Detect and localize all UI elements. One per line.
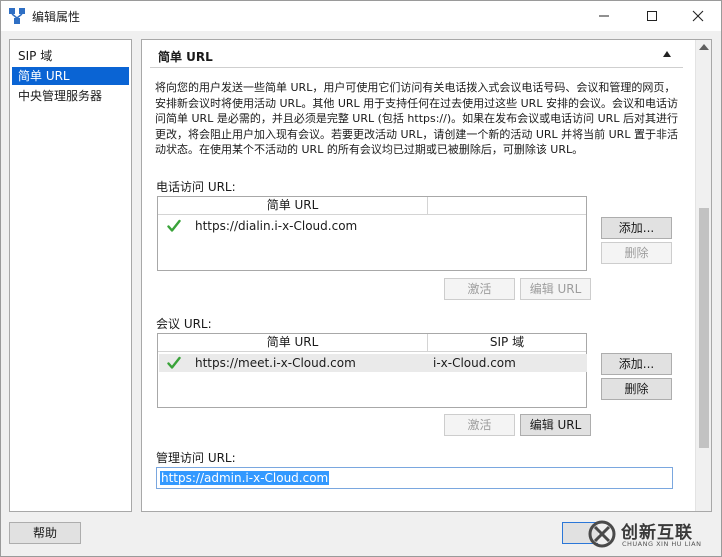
table-row[interactable]: https://meet.i-x-Cloud.com i-x-Cloud.com (159, 354, 587, 372)
column-header-simple-url[interactable]: 简单 URL (158, 197, 428, 215)
active-check-icon (167, 219, 181, 232)
meeting-activate-button[interactable]: 激活 (444, 414, 515, 436)
phone-activate-button[interactable]: 激活 (444, 278, 515, 300)
active-check-icon (167, 356, 181, 369)
category-list: SIP 域 简单 URL 中央管理服务器 (9, 39, 132, 512)
vertical-scrollbar[interactable] (695, 40, 711, 511)
admin-access-url-input[interactable]: https://admin.i-x-Cloud.com (156, 467, 673, 489)
meeting-add-button[interactable]: 添加... (601, 353, 672, 375)
phone-add-button[interactable]: 添加... (601, 217, 672, 239)
collapse-up-icon[interactable] (662, 50, 672, 58)
close-icon (692, 10, 704, 22)
meeting-url-label: 会议 URL: (156, 317, 212, 331)
maximize-icon (647, 11, 657, 21)
window-title: 编辑属性 (32, 10, 81, 24)
phone-access-url-grid[interactable]: 简单 URL https://dialin.i-x-Cloud.com (157, 196, 587, 271)
properties-panel: 简单 URL 将向您的用户发送一些简单 URL，用户可使用它们访问有关电话拨入式… (141, 39, 712, 512)
grid-header: 简单 URL SIP 域 (158, 334, 586, 352)
sip-domain-cell: i-x-Cloud.com (433, 356, 516, 370)
nav-item-sip-domain[interactable]: SIP 域 (12, 47, 129, 65)
title-bar: 编辑属性 (1, 1, 721, 31)
meeting-edit-url-button[interactable]: 编辑 URL (520, 414, 591, 436)
logo-subtitle: CHUANG XIN HU LIAN (622, 540, 702, 548)
section-header[interactable]: 简单 URL (150, 42, 683, 68)
column-header-empty (428, 197, 586, 215)
watermark-logo: 创新互联 CHUANG XIN HU LIAN (579, 513, 721, 555)
column-header-sip-domain[interactable]: SIP 域 (428, 334, 586, 352)
phone-edit-url-button[interactable]: 编辑 URL (520, 278, 591, 300)
grid-header: 简单 URL (158, 197, 586, 215)
close-button[interactable] (675, 1, 721, 31)
meeting-url-cell: https://meet.i-x-Cloud.com (195, 356, 356, 370)
meeting-url-grid[interactable]: 简单 URL SIP 域 https://meet.i-x-Cloud.com … (157, 333, 587, 408)
admin-access-label: 管理访问 URL: (156, 451, 236, 465)
section-description: 将向您的用户发送一些简单 URL，用户可使用它们访问有关电话拨入式会议电话号码、… (155, 81, 678, 156)
edit-properties-window: 编辑属性 SIP 域 简单 URL 中央管理服务器 简单 URL 将向您的用户发… (0, 0, 722, 557)
phone-access-label: 电话访问 URL: (156, 180, 236, 194)
logo-mark-icon (588, 520, 616, 548)
admin-access-url-value: https://admin.i-x-Cloud.com (160, 471, 330, 485)
nav-item-central-management-server[interactable]: 中央管理服务器 (12, 87, 129, 105)
maximize-button[interactable] (629, 1, 675, 31)
column-header-simple-url[interactable]: 简单 URL (158, 334, 428, 352)
help-button[interactable]: 帮助 (9, 522, 81, 544)
phone-url-cell: https://dialin.i-x-Cloud.com (195, 219, 358, 233)
minimize-icon (599, 15, 609, 17)
scroll-up-arrow-icon[interactable] (699, 44, 709, 50)
section-title: 简单 URL (158, 50, 213, 64)
table-row[interactable]: https://dialin.i-x-Cloud.com (159, 217, 587, 235)
scroll-thumb[interactable] (699, 208, 709, 448)
minimize-button[interactable] (581, 1, 627, 31)
nav-item-simple-url[interactable]: 简单 URL (12, 67, 129, 85)
app-icon (9, 8, 25, 24)
meeting-delete-button[interactable]: 删除 (601, 378, 672, 400)
phone-delete-button[interactable]: 删除 (601, 242, 672, 264)
